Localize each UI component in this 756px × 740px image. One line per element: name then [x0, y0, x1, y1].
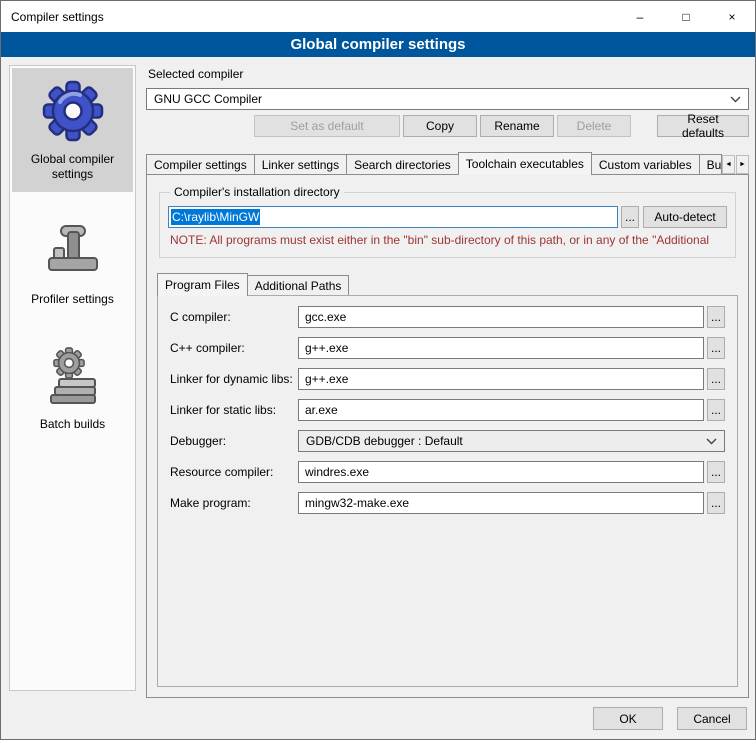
field-label: C compiler:	[170, 310, 298, 324]
bin-subdirectory-note: NOTE: All programs must exist either in …	[170, 233, 727, 247]
dynamic-linker-browse-button[interactable]: ...	[707, 368, 725, 390]
settings-tabbar: Compiler settings Linker settings Search…	[146, 151, 749, 174]
static-linker-input[interactable]: ar.exe	[298, 399, 704, 421]
cancel-button[interactable]: Cancel	[677, 707, 747, 730]
sidebar-item-label: Global compiler settings	[14, 152, 131, 182]
resource-compiler-input[interactable]: windres.exe	[298, 461, 704, 483]
installation-directory-browse-button[interactable]: ...	[621, 206, 639, 228]
minimize-button[interactable]: –	[617, 1, 663, 32]
tab-scroll-buttons: ◄ ►	[722, 154, 749, 174]
settings-category-sidebar: Global compiler settings Profiler settin…	[9, 65, 136, 691]
field-row-debugger: Debugger: GDB/CDB debugger : Default	[170, 430, 725, 452]
main-panel: Selected compiler GNU GCC Compiler Set a…	[146, 65, 749, 698]
sidebar-item-profiler-settings[interactable]: Profiler settings	[12, 208, 133, 317]
set-as-default-button: Set as default	[254, 115, 400, 137]
compiler-select-value: GNU GCC Compiler	[154, 92, 262, 106]
tab-scroll-right-icon[interactable]: ►	[736, 155, 749, 174]
maximize-button[interactable]: □	[663, 1, 709, 32]
rename-button[interactable]: Rename	[480, 115, 554, 137]
field-row-cpp-compiler: C++ compiler: g++.exe ...	[170, 337, 725, 359]
tab-toolchain-executables[interactable]: Toolchain executables	[458, 152, 592, 175]
field-label: C++ compiler:	[170, 341, 298, 355]
copy-button[interactable]: Copy	[403, 115, 477, 137]
tab-scroll-left-icon[interactable]: ◄	[722, 155, 735, 174]
tab-search-directories[interactable]: Search directories	[346, 154, 459, 174]
field-label: Resource compiler:	[170, 465, 298, 479]
chevron-down-icon	[706, 438, 717, 445]
selected-compiler-label: Selected compiler	[148, 67, 749, 82]
debugger-select[interactable]: GDB/CDB debugger : Default	[298, 430, 725, 452]
field-label: Linker for dynamic libs:	[170, 372, 298, 386]
resource-compiler-browse-button[interactable]: ...	[707, 461, 725, 483]
delete-button: Delete	[557, 115, 631, 137]
make-program-browse-button[interactable]: ...	[707, 492, 725, 514]
compiler-actions: Set as default Copy Rename Delete Reset …	[146, 115, 749, 137]
dialog-footer: OK Cancel	[593, 707, 747, 730]
dynamic-linker-input[interactable]: g++.exe	[298, 368, 704, 390]
gear-icon	[41, 78, 105, 142]
installation-directory-input[interactable]: C:\raylib\MinGW	[168, 206, 618, 228]
compiler-select[interactable]: GNU GCC Compiler	[146, 88, 749, 110]
window-controls: – □ ×	[617, 1, 755, 32]
subtab-program-files[interactable]: Program Files	[157, 273, 248, 296]
tab-build-options[interactable]: Buil	[699, 154, 722, 174]
close-button[interactable]: ×	[709, 1, 755, 32]
field-row-c-compiler: C compiler: gcc.exe ...	[170, 306, 725, 328]
tab-compiler-settings[interactable]: Compiler settings	[146, 154, 255, 174]
field-row-dynamic-linker: Linker for dynamic libs: g++.exe ...	[170, 368, 725, 390]
field-row-make-program: Make program: mingw32-make.exe ...	[170, 492, 725, 514]
batch-gear-stack-icon	[41, 343, 105, 407]
tab-linker-settings[interactable]: Linker settings	[254, 154, 347, 174]
compiler-settings-window: Compiler settings – □ × Global compiler …	[0, 0, 756, 740]
debugger-select-value: GDB/CDB debugger : Default	[306, 434, 463, 448]
ok-button[interactable]: OK	[593, 707, 663, 730]
installation-directory-legend: Compiler's installation directory	[170, 185, 344, 199]
field-row-static-linker: Linker for static libs: ar.exe ...	[170, 399, 725, 421]
field-label: Linker for static libs:	[170, 403, 298, 417]
sidebar-item-label: Profiler settings	[31, 292, 114, 307]
sidebar-item-label: Batch builds	[40, 417, 105, 432]
chevron-down-icon	[730, 96, 741, 103]
sidebar-item-global-compiler-settings[interactable]: Global compiler settings	[12, 68, 133, 192]
subtab-additional-paths[interactable]: Additional Paths	[247, 275, 350, 295]
installation-directory-row: C:\raylib\MinGW ... Auto-detect	[168, 206, 727, 228]
cpp-compiler-browse-button[interactable]: ...	[707, 337, 725, 359]
field-label: Debugger:	[170, 434, 298, 448]
programs-subtabbar: Program Files Additional Paths	[157, 272, 740, 295]
sidebar-item-batch-builds[interactable]: Batch builds	[12, 333, 133, 442]
program-files-page: C compiler: gcc.exe ... C++ compiler: g+…	[157, 295, 738, 687]
reset-defaults-button[interactable]: Reset defaults	[657, 115, 749, 137]
installation-directory-groupbox: Compiler's installation directory C:\ray…	[159, 185, 736, 258]
cpp-compiler-input[interactable]: g++.exe	[298, 337, 704, 359]
field-label: Make program:	[170, 496, 298, 510]
c-compiler-input[interactable]: gcc.exe	[298, 306, 704, 328]
static-linker-browse-button[interactable]: ...	[707, 399, 725, 421]
profiler-tool-icon	[41, 218, 105, 282]
field-row-resource-compiler: Resource compiler: windres.exe ...	[170, 461, 725, 483]
toolchain-executables-page: Compiler's installation directory C:\ray…	[146, 174, 749, 698]
auto-detect-button[interactable]: Auto-detect	[643, 206, 727, 228]
c-compiler-browse-button[interactable]: ...	[707, 306, 725, 328]
make-program-input[interactable]: mingw32-make.exe	[298, 492, 704, 514]
tab-custom-variables[interactable]: Custom variables	[591, 154, 700, 174]
installation-directory-value: C:\raylib\MinGW	[171, 209, 260, 225]
window-title: Compiler settings	[1, 10, 104, 24]
page-title: Global compiler settings	[1, 32, 755, 57]
titlebar[interactable]: Compiler settings – □ ×	[1, 1, 755, 32]
